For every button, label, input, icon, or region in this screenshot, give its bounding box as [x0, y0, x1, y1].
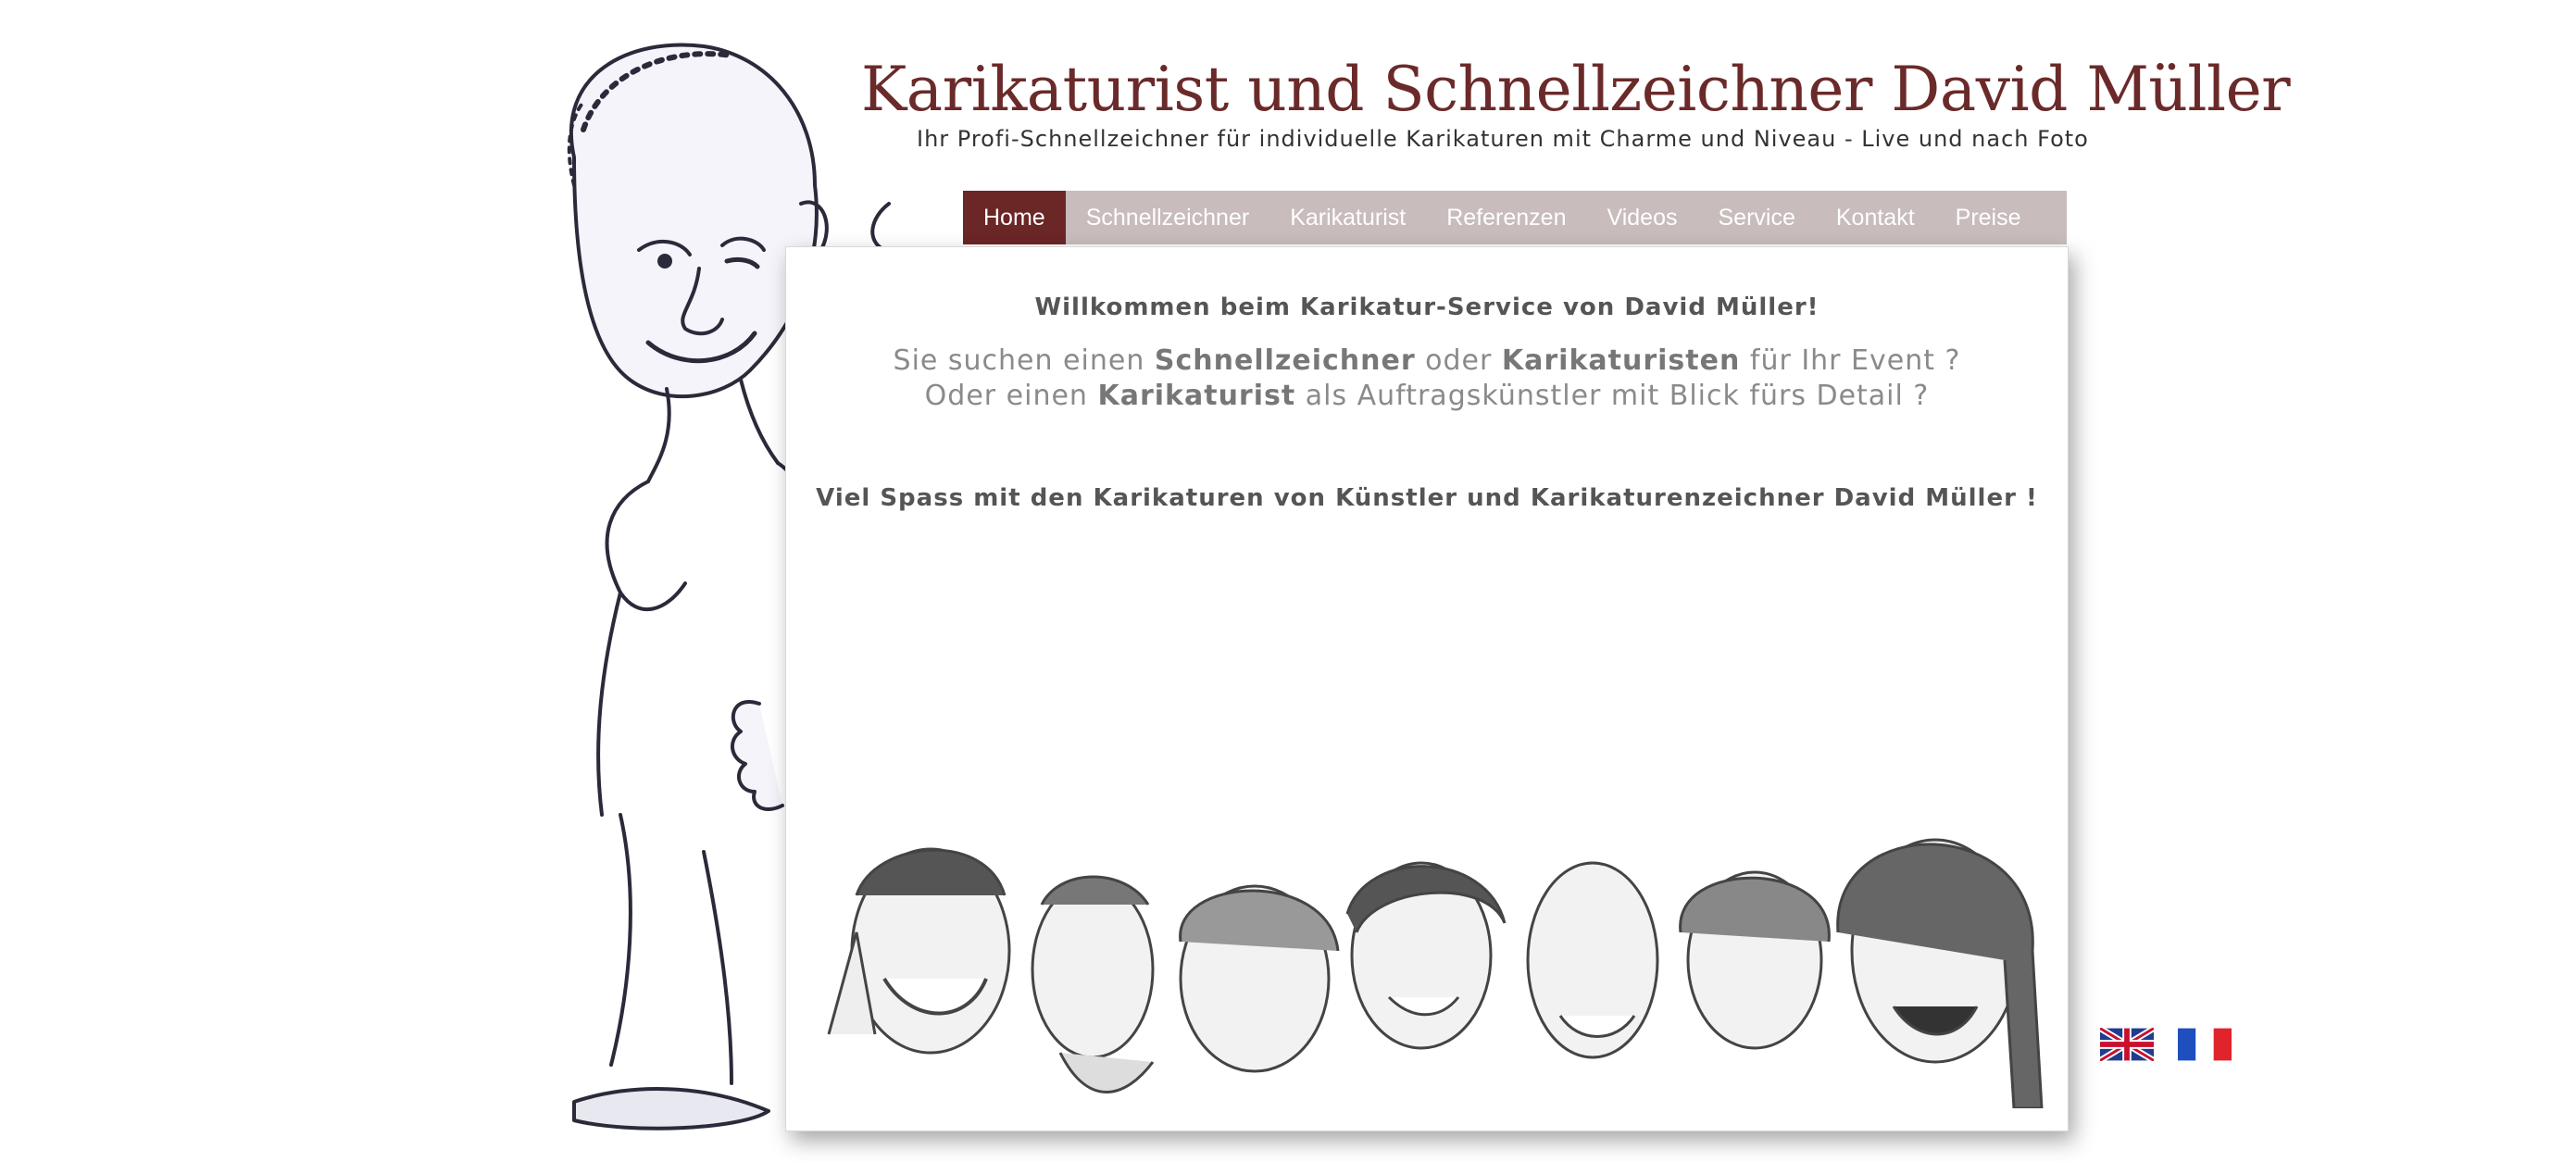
site-subtitle: Ihr Profi-Schnellzeichner für individuel… — [917, 126, 2089, 152]
main-navigation: Home Schnellzeichner Karikaturist Refere… — [963, 191, 2067, 244]
keyword-karikaturist: Karikaturist — [1097, 380, 1296, 412]
nav-item-referenzen[interactable]: Referenzen — [1426, 191, 1586, 244]
keyword-karikaturisten: Karikaturisten — [1501, 344, 1741, 377]
intro-line-1-mid: oder — [1415, 344, 1502, 377]
nav-item-preise[interactable]: Preise — [1935, 191, 2042, 244]
intro-line-2-post: als Auftragskünstler mit Blick fürs Deta… — [1295, 380, 1930, 412]
keyword-schnellzeichner: Schnellzeichner — [1154, 344, 1416, 377]
nav-item-service[interactable]: Service — [1697, 191, 1815, 244]
content-panel: Willkommen beim Karikatur-Service von Da… — [785, 246, 2069, 1131]
nav-item-kontakt[interactable]: Kontakt — [1816, 191, 1935, 244]
intro-line-2: Oder einen Karikaturist als Auftragsküns… — [786, 379, 2068, 414]
site-title: Karikaturist und Schnellzeichner David M… — [861, 54, 2291, 125]
nav-item-karikaturist[interactable]: Karikaturist — [1269, 191, 1426, 244]
nav-item-home[interactable]: Home — [963, 191, 1066, 244]
nav-item-schnellzeichner[interactable]: Schnellzeichner — [1066, 191, 1270, 244]
page: Karikaturist und Schnellzeichner David M… — [0, 0, 2576, 1162]
intro-text: Sie suchen einen Schnellzeichner oder Ka… — [786, 344, 2068, 414]
closing-text: Viel Spass mit den Karikaturen von Künst… — [816, 484, 2038, 512]
intro-line-2-pre: Oder einen — [924, 380, 1098, 412]
intro-line-1: Sie suchen einen Schnellzeichner oder Ka… — [786, 344, 2068, 379]
nav-item-videos[interactable]: Videos — [1586, 191, 1697, 244]
welcome-heading: Willkommen beim Karikatur-Service von Da… — [1034, 294, 1819, 321]
intro-line-1-pre: Sie suchen einen — [893, 344, 1155, 377]
french-flag-icon[interactable] — [2178, 1028, 2232, 1061]
intro-line-1-post: für Ihr Event ? — [1740, 344, 1961, 377]
english-flag-icon[interactable] — [2100, 1028, 2154, 1061]
caricature-gallery-image — [827, 838, 2044, 1108]
